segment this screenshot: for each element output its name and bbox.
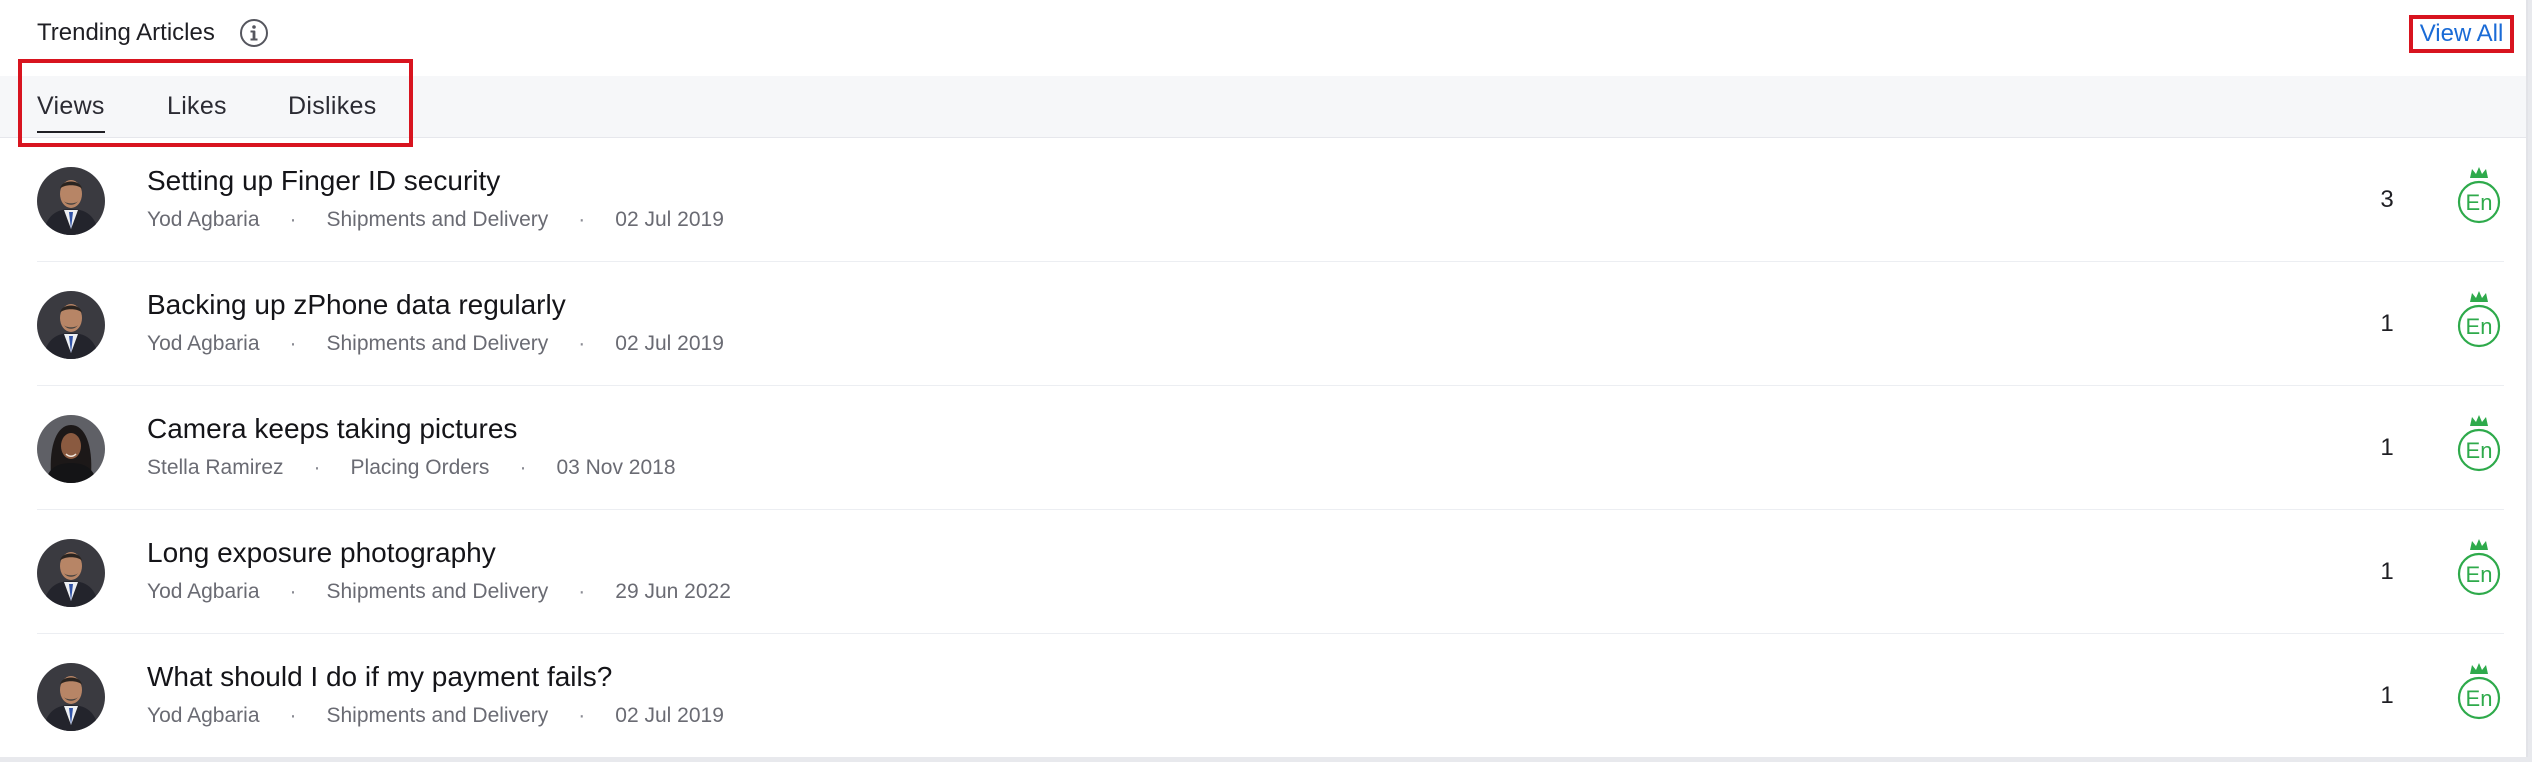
article-meta: Yod Agbaria · Shipments and Delivery · 0… <box>147 704 724 728</box>
article-date: 02 Jul 2019 <box>615 332 724 355</box>
language-badge-icon: En <box>2457 663 2501 720</box>
article-title[interactable]: Long exposure photography <box>147 537 496 569</box>
article-row[interactable]: Setting up Finger ID security Yod Agbari… <box>37 138 2504 262</box>
panel-title: Trending Articles <box>37 19 215 46</box>
language-badge-icon: En <box>2457 167 2501 224</box>
info-icon[interactable] <box>238 17 270 49</box>
article-meta: Stella Ramirez · Placing Orders · 03 Nov… <box>147 456 676 480</box>
separator-dot: · <box>578 580 586 603</box>
article-row[interactable]: What should I do if my payment fails? Yo… <box>37 634 2504 757</box>
view-count: 3 <box>2380 186 2394 213</box>
trending-articles-panel: Trending Articles View All Views Likes D… <box>0 0 2528 757</box>
article-meta: Yod Agbaria · Shipments and Delivery · 0… <box>147 208 724 232</box>
language-code: En <box>2466 562 2493 587</box>
separator-dot: · <box>313 456 321 479</box>
view-count: 1 <box>2380 558 2394 585</box>
view-count: 1 <box>2380 434 2394 461</box>
language-badge-icon: En <box>2457 539 2501 596</box>
separator-dot: · <box>289 580 297 603</box>
article-category: Shipments and Delivery <box>326 208 549 231</box>
article-date: 03 Nov 2018 <box>556 456 676 479</box>
article-title[interactable]: Backing up zPhone data regularly <box>147 289 566 321</box>
article-date: 02 Jul 2019 <box>615 208 724 231</box>
article-title[interactable]: What should I do if my payment fails? <box>147 661 612 693</box>
article-meta: Yod Agbaria · Shipments and Delivery · 2… <box>147 580 731 604</box>
man-avatar <box>37 167 105 235</box>
article-author: Stella Ramirez <box>147 456 284 479</box>
article-row[interactable]: Backing up zPhone data regularly Yod Agb… <box>37 262 2504 386</box>
article-category: Shipments and Delivery <box>326 704 549 727</box>
separator-dot: · <box>519 456 527 479</box>
man-avatar <box>37 663 105 731</box>
separator-dot: · <box>289 704 297 727</box>
separator-dot: · <box>289 208 297 231</box>
language-badge-icon: En <box>2457 415 2501 472</box>
separator-dot: · <box>578 704 586 727</box>
article-author: Yod Agbaria <box>147 704 260 727</box>
article-row[interactable]: Long exposure photography Yod Agbaria · … <box>37 510 2504 634</box>
separator-dot: · <box>578 332 586 355</box>
man-avatar <box>37 539 105 607</box>
article-category: Shipments and Delivery <box>326 332 549 355</box>
view-count: 1 <box>2380 310 2394 337</box>
article-title[interactable]: Setting up Finger ID security <box>147 165 500 197</box>
language-code: En <box>2466 314 2493 339</box>
article-author: Yod Agbaria <box>147 208 260 231</box>
article-category: Shipments and Delivery <box>326 580 549 603</box>
tabs-highlight-box <box>18 59 413 147</box>
article-author: Yod Agbaria <box>147 332 260 355</box>
article-date: 29 Jun 2022 <box>615 580 731 603</box>
separator-dot: · <box>578 208 586 231</box>
language-code: En <box>2466 686 2493 711</box>
view-all-link[interactable]: View All <box>2409 15 2514 53</box>
separator-dot: · <box>289 332 297 355</box>
view-count: 1 <box>2380 682 2394 709</box>
man-avatar <box>37 291 105 359</box>
language-code: En <box>2466 190 2493 215</box>
article-author: Yod Agbaria <box>147 580 260 603</box>
language-badge-icon: En <box>2457 291 2501 348</box>
article-category: Placing Orders <box>350 456 490 479</box>
article-date: 02 Jul 2019 <box>615 704 724 727</box>
woman-avatar <box>37 415 105 483</box>
article-title[interactable]: Camera keeps taking pictures <box>147 413 517 445</box>
language-code: En <box>2466 438 2493 463</box>
article-row[interactable]: Camera keeps taking pictures Stella Rami… <box>37 386 2504 510</box>
article-meta: Yod Agbaria · Shipments and Delivery · 0… <box>147 332 724 356</box>
